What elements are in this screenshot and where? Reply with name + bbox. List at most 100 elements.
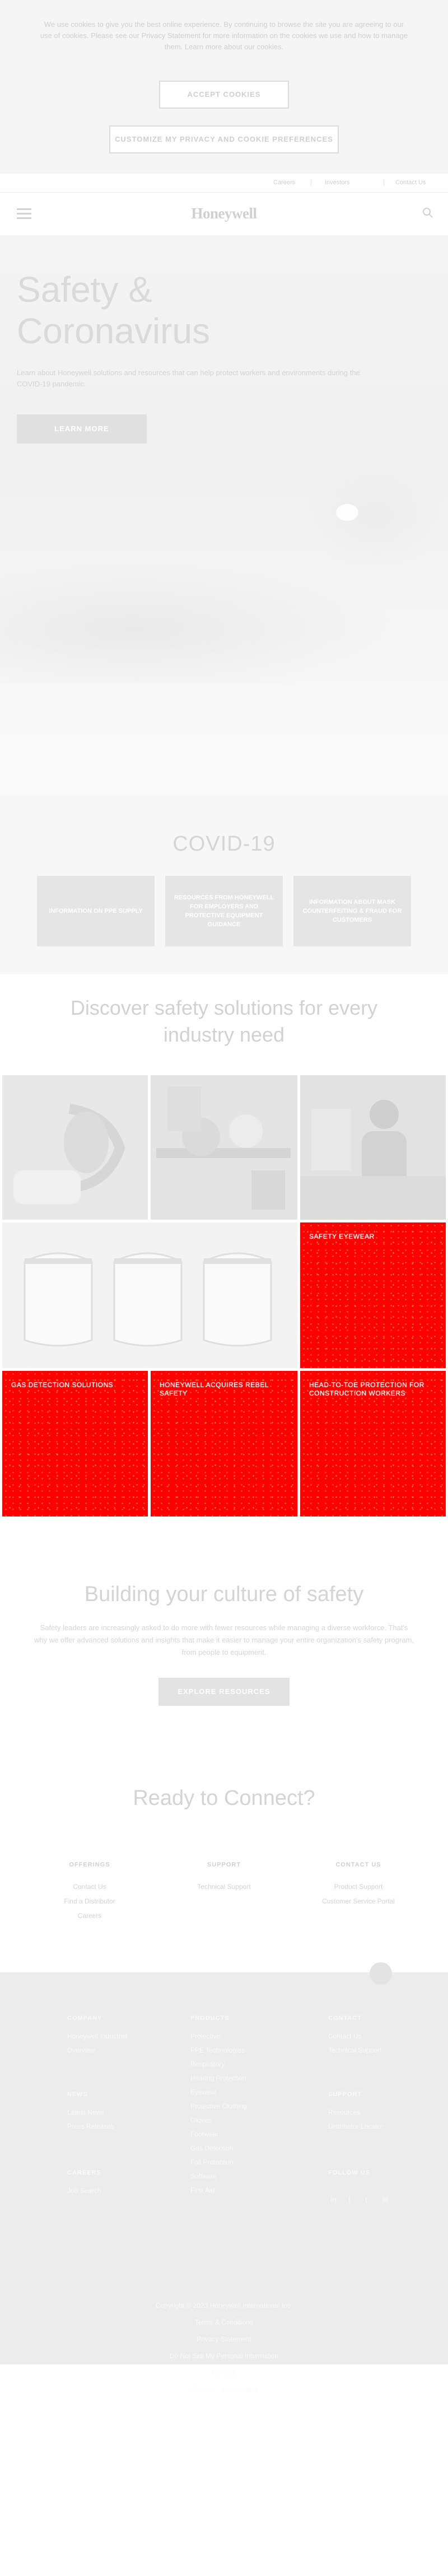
hero-banner: Safety & Coronavirus Learn about Honeywe… <box>0 235 448 795</box>
back-to-top-button[interactable] <box>370 1962 392 1985</box>
legal-link[interactable]: Terms & Conditions <box>0 2314 448 2331</box>
covid-card-resources[interactable]: RESOURCES FROM HONEYWELL FOR EMPLOYERS A… <box>165 876 283 946</box>
footer-link[interactable]: Software <box>190 2169 217 2183</box>
hero-image-highlight <box>336 504 358 521</box>
footer-link[interactable]: Contact Us <box>328 2029 361 2043</box>
footer-heading: PRODUCTS <box>190 2015 230 2022</box>
tile-label: SAFETY EYEWEAR <box>309 1233 375 1240</box>
column-heading: CONTACT US <box>335 1861 381 1868</box>
tile-image-face-shields-row[interactable] <box>2 1222 297 1368</box>
connect-link[interactable]: Technical Support <box>168 1879 280 1894</box>
footer-link[interactable]: Resources <box>328 2106 360 2120</box>
search-icon[interactable] <box>422 207 433 218</box>
footer-heading: FOLLOW US <box>328 2169 370 2176</box>
covid-title: COVID-19 <box>172 832 276 856</box>
facebook-icon[interactable]: f <box>348 2195 351 2204</box>
honeywell-logo[interactable]: Honeywell <box>184 205 264 222</box>
util-link-careers[interactable]: Careers <box>273 179 295 186</box>
equipment-illustration <box>151 1075 297 1220</box>
accept-cookies-button[interactable]: ACCEPT COOKIES <box>159 81 289 109</box>
cookie-banner: We use cookies to give you the best onli… <box>0 0 448 174</box>
footer-heading: COMPANY <box>67 2015 102 2022</box>
footer-link[interactable]: Protective <box>190 2029 220 2043</box>
page: We use cookies to give you the best onli… <box>0 0 448 2576</box>
footer-link[interactable]: Job Search <box>67 2184 101 2198</box>
tile-label: HONEYWELL ACQUIRES REBEL SAFETY <box>160 1381 269 1397</box>
tile-gas-detection[interactable]: GAS DETECTION SOLUTIONS <box>2 1371 148 1516</box>
legal-link[interactable]: Cookies <box>0 2364 448 2381</box>
linkedin-icon[interactable]: in <box>330 2195 337 2204</box>
face-shields-illustration <box>2 1222 297 1368</box>
worker-illustration <box>300 1075 446 1220</box>
column-heading: OFFERINGS <box>69 1861 110 1868</box>
culture-title: Building your culture of safety <box>84 1583 364 1606</box>
footer-legal: Copyright © 2023 Honeywell International… <box>0 2297 448 2398</box>
twitter-icon[interactable]: t <box>365 2195 367 2204</box>
footer-link[interactable]: PPE Technologies <box>190 2043 245 2057</box>
copyright-text: Copyright © 2023 Honeywell International… <box>155 2302 293 2309</box>
footer-link[interactable]: Footwear <box>190 2127 218 2141</box>
footer-link[interactable]: Technical Support <box>328 2043 381 2057</box>
footer-link[interactable]: Gas Detection <box>190 2141 233 2155</box>
column-heading: SUPPORT <box>207 1861 241 1868</box>
connect-link[interactable]: Careers <box>34 1908 146 1923</box>
footer-link[interactable]: First Aid <box>190 2183 214 2197</box>
hero-image-blur <box>302 459 448 571</box>
footer-heading: NEWS <box>67 2091 88 2098</box>
cookie-text: We use cookies to give you the best onli… <box>40 20 408 51</box>
covid-section: COVID-19 INFORMATION ON PPE SUPPLY RESOU… <box>0 795 448 974</box>
hero-description: Learn about Honeywell solutions and reso… <box>17 368 360 388</box>
hero-title: Safety & Coronavirus <box>17 269 211 351</box>
separator: | <box>310 179 312 186</box>
legal-link[interactable]: Do Not Sell My Personal Information <box>0 2348 448 2364</box>
footer-link[interactable]: Hearing Protection <box>190 2071 246 2085</box>
footer-heading: CAREERS <box>67 2169 101 2176</box>
tile-label: HEAD-TO-TOE PROTECTION FOR CONSTRUCTION … <box>309 1381 424 1397</box>
connect-column-offerings: OFFERINGS Contact Us Find a Distributor … <box>34 1861 146 1923</box>
discover-title: Discover safety solutions for every indu… <box>70 996 378 1046</box>
site-header: Honeywell <box>0 193 448 235</box>
footer-link[interactable]: Latest News <box>67 2106 104 2120</box>
util-link-contact[interactable]: Contact Us <box>395 179 426 186</box>
site-footer: COMPANY Honeywell Industrial Overview NE… <box>0 1962 448 2393</box>
connect-link[interactable]: Product Support <box>302 1879 414 1894</box>
connect-column-support: SUPPORT Technical Support <box>168 1861 280 1894</box>
legal-link[interactable]: Sitemap · Accessibility <box>0 2381 448 2398</box>
footer-link[interactable]: Respiratory <box>190 2057 225 2071</box>
footer-link[interactable]: Distributor Locator <box>328 2120 383 2134</box>
footer-link[interactable]: Gloves <box>190 2113 211 2127</box>
tile-construction-protection[interactable]: HEAD-TO-TOE PROTECTION FOR CONSTRUCTION … <box>300 1371 446 1516</box>
footer-link[interactable]: Press Releases <box>67 2120 114 2134</box>
connect-link[interactable]: Customer Service Portal <box>302 1894 414 1908</box>
footer-link[interactable]: Eyewear <box>190 2085 217 2099</box>
tile-safety-eyewear[interactable]: SAFETY EYEWEAR <box>300 1222 446 1368</box>
util-link-investors[interactable]: Investors <box>325 179 350 186</box>
face-shield-illustration <box>2 1075 148 1220</box>
culture-description: Safety leaders are increasingly asked to… <box>34 1623 414 1656</box>
email-icon[interactable]: ✉ <box>382 2195 389 2205</box>
legal-link[interactable]: Privacy Statement <box>0 2331 448 2348</box>
connect-column-contact: CONTACT US Product Support Customer Serv… <box>302 1861 414 1908</box>
footer-heading: SUPPORT <box>328 2091 362 2098</box>
tile-image-worker[interactable] <box>300 1075 446 1220</box>
customize-cookies-button[interactable]: CUSTOMIZE MY PRIVACY AND COOKIE PREFEREN… <box>109 125 339 153</box>
tile-image-equipment[interactable] <box>151 1075 297 1220</box>
footer-link[interactable]: Protective Clothing <box>190 2099 247 2113</box>
separator: | <box>383 179 385 186</box>
footer-link[interactable]: Fall Protection <box>190 2155 234 2169</box>
hamburger-menu-icon[interactable] <box>17 208 31 220</box>
tile-rebel-safety[interactable]: HONEYWELL ACQUIRES REBEL SAFETY <box>151 1371 297 1516</box>
covid-card-fraud[interactable]: INFORMATION ABOUT MASK COUNTERFEITING & … <box>293 876 411 946</box>
utility-bar: Careers | Investors | Contact Us <box>0 174 448 193</box>
covid-card-ppe-supply[interactable]: INFORMATION ON PPE SUPPLY <box>37 876 155 946</box>
connect-link[interactable]: Find a Distributor <box>34 1894 146 1908</box>
connect-link[interactable]: Contact Us <box>34 1879 146 1894</box>
footer-heading: CONTACT <box>328 2015 362 2022</box>
explore-resources-button[interactable]: EXPLORE RESOURCES <box>158 1678 290 1706</box>
connect-title: Ready to Connect? <box>133 1786 315 1810</box>
tile-label: GAS DETECTION SOLUTIONS <box>11 1381 114 1389</box>
footer-link[interactable]: Honeywell Industrial <box>67 2029 127 2043</box>
footer-link[interactable]: Overview <box>67 2043 95 2057</box>
tile-image-face-shield[interactable] <box>2 1075 148 1220</box>
learn-more-button[interactable]: LEARN MORE <box>17 414 147 444</box>
